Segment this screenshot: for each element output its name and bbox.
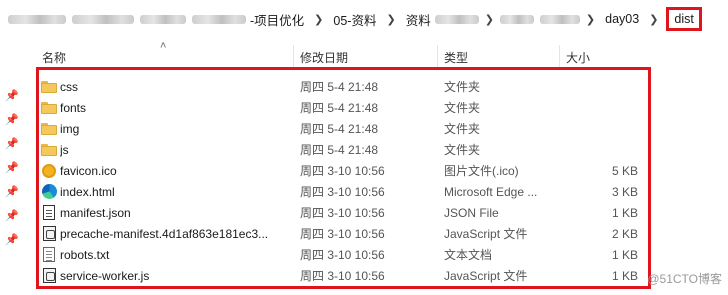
blurred-crumb xyxy=(192,14,246,24)
file-size: 1 KB xyxy=(611,247,638,262)
chevron-right-icon[interactable]: ❯ xyxy=(479,13,500,26)
json-file-icon xyxy=(41,202,57,223)
folder-icon xyxy=(41,97,57,118)
file-name: js xyxy=(60,142,69,157)
file-row-img[interactable]: img 周四 5-4 21:48 文件夹 xyxy=(38,118,638,139)
file-type: JavaScript 文件 xyxy=(444,269,528,283)
breadcrumb-item-project-optimization[interactable]: -项目优化 xyxy=(246,0,308,38)
file-date: 周四 5-4 21:48 xyxy=(300,143,379,157)
file-date: 周四 3-10 10:56 xyxy=(300,227,385,241)
folder-icon xyxy=(41,139,57,160)
edge-icon xyxy=(41,181,57,202)
file-row-index-html[interactable]: index.html 周四 3-10 10:56 Microsoft Edge … xyxy=(38,181,638,202)
file-type: 文件夹 xyxy=(444,80,481,94)
file-name: fonts xyxy=(60,100,87,115)
file-type: JavaScript 文件 xyxy=(444,227,528,241)
chevron-right-icon[interactable]: ❯ xyxy=(308,13,329,26)
blurred-crumb xyxy=(72,14,134,24)
folder-icon xyxy=(41,76,57,97)
file-name: img xyxy=(60,121,80,136)
blurred-crumb xyxy=(539,14,580,24)
file-size xyxy=(566,97,638,118)
file-size: 3 KB xyxy=(611,184,638,199)
favicon-icon xyxy=(41,160,57,181)
breadcrumb: -项目优化 ❯ 05-资料 ❯ 资料 ❯ ❯ day03 ❯ dist xyxy=(8,0,702,38)
file-name: manifest.json xyxy=(60,205,131,220)
pin-icon[interactable]: 📌 xyxy=(5,210,19,222)
file-name: favicon.ico xyxy=(60,163,117,178)
file-row-favicon[interactable]: favicon.ico 周四 3-10 10:56 图片文件(.ico) 5 K… xyxy=(38,160,638,181)
pin-icon[interactable]: 📌 xyxy=(5,138,19,150)
file-name: service-worker.js xyxy=(60,268,150,283)
file-row-robots-txt[interactable]: robots.txt 周四 3-10 10:56 文本文档 1 KB xyxy=(38,244,638,265)
column-header-date[interactable]: 修改日期 xyxy=(294,45,438,69)
file-type: JSON File xyxy=(444,205,499,220)
file-row-precache-manifest[interactable]: precache-manifest.4d1af863e181ec3... 周四 … xyxy=(38,223,638,244)
breadcrumb-item-dist[interactable]: dist xyxy=(666,7,702,31)
file-type: Microsoft Edge ... xyxy=(444,184,538,199)
file-size xyxy=(566,139,638,160)
file-date: 周四 5-4 21:48 xyxy=(300,101,379,115)
file-date: 周四 3-10 10:56 xyxy=(300,206,385,220)
blurred-crumb xyxy=(140,14,186,24)
blurred-crumb xyxy=(434,14,479,24)
file-date: 周四 5-4 21:48 xyxy=(300,122,379,136)
js-file-icon xyxy=(41,265,57,286)
file-name: precache-manifest.4d1af863e181ec3... xyxy=(60,226,269,241)
file-date: 周四 3-10 10:56 xyxy=(300,269,385,283)
file-size: 1 KB xyxy=(611,268,638,283)
pin-icon[interactable]: 📌 xyxy=(5,234,19,246)
pin-icon[interactable]: 📌 xyxy=(5,90,19,102)
blurred-crumb xyxy=(8,14,66,24)
file-type: 文本文档 xyxy=(444,248,493,262)
column-header-name[interactable]: 名称 xyxy=(36,45,294,69)
file-size: 2 KB xyxy=(611,226,638,241)
file-date: 周四 3-10 10:56 xyxy=(300,185,385,199)
blurred-crumb xyxy=(499,14,534,24)
file-size: 5 KB xyxy=(611,163,638,178)
file-type: 文件夹 xyxy=(444,143,481,157)
file-name: index.html xyxy=(60,184,115,199)
address-bar[interactable]: -项目优化 ❯ 05-资料 ❯ 资料 ❯ ❯ day03 ❯ dist xyxy=(0,0,728,38)
pin-icon[interactable]: 📌 xyxy=(5,186,19,198)
file-name: robots.txt xyxy=(60,247,110,262)
folder-icon xyxy=(41,118,57,139)
column-header-type[interactable]: 类型 xyxy=(438,45,560,69)
file-date: 周四 3-10 10:56 xyxy=(300,164,385,178)
column-header-size[interactable]: 大小 xyxy=(560,45,636,69)
text-file-icon xyxy=(41,244,57,265)
js-file-icon xyxy=(41,223,57,244)
file-row-fonts[interactable]: fonts 周四 5-4 21:48 文件夹 xyxy=(38,97,638,118)
file-name: css xyxy=(60,79,78,94)
file-row-js[interactable]: js 周四 5-4 21:48 文件夹 xyxy=(38,139,638,160)
file-type: 文件夹 xyxy=(444,122,481,136)
chevron-right-icon[interactable]: ❯ xyxy=(380,13,401,26)
breadcrumb-item-day03[interactable]: day03 xyxy=(601,0,643,38)
file-size: 1 KB xyxy=(611,205,638,220)
chevron-right-icon[interactable]: ❯ xyxy=(580,13,601,26)
file-date: 周四 3-10 10:56 xyxy=(300,248,385,262)
pin-icon[interactable]: 📌 xyxy=(5,162,19,174)
breadcrumb-item-resources[interactable]: 资料 xyxy=(402,0,479,38)
breadcrumb-item-materials[interactable]: 05-资料 xyxy=(329,0,380,38)
file-date: 周四 5-4 21:48 xyxy=(300,80,379,94)
file-row-service-worker[interactable]: service-worker.js 周四 3-10 10:56 JavaScri… xyxy=(38,265,638,286)
pin-icon[interactable]: 📌 xyxy=(5,114,19,126)
file-size xyxy=(566,76,638,97)
file-size xyxy=(566,118,638,139)
file-type: 图片文件(.ico) xyxy=(444,164,519,178)
file-row-css[interactable]: css 周四 5-4 21:48 文件夹 xyxy=(38,76,638,97)
chevron-right-icon[interactable]: ❯ xyxy=(643,13,664,26)
file-type: 文件夹 xyxy=(444,101,481,115)
column-header-row: 名称 修改日期 类型 大小 xyxy=(0,45,728,69)
watermark: @51CTO博客 xyxy=(647,272,722,286)
file-row-manifest-json[interactable]: manifest.json 周四 3-10 10:56 JSON File 1 … xyxy=(38,202,638,223)
